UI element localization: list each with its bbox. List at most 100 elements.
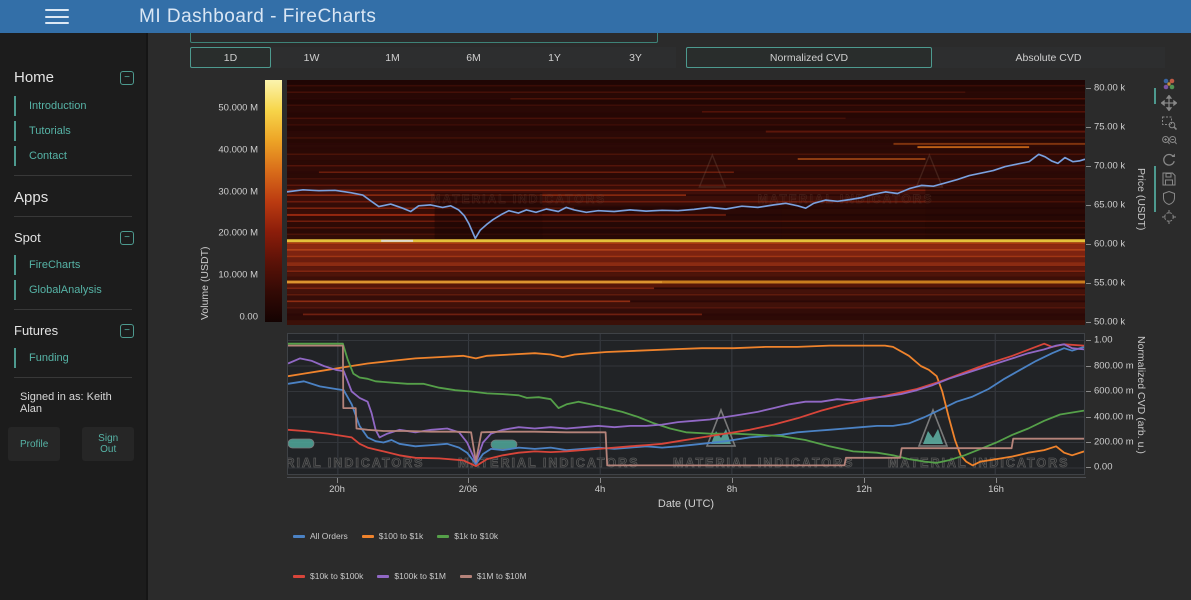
cvd-tick-label: 0.00 [1094, 462, 1113, 473]
colorbar-tick-label: 30.000 M [186, 187, 258, 198]
legend-label: All Orders [310, 531, 348, 541]
legend-item--1k-to-10k[interactable]: $1k to $10k [437, 531, 498, 541]
tick-mark [996, 478, 997, 483]
x-tick-label: 16h [974, 484, 1018, 495]
zoom-in-out-icon[interactable] [1161, 133, 1177, 149]
sidebar-section-apps: Apps [14, 189, 134, 206]
modebar-accent-bar [1154, 166, 1156, 212]
svg-text:MATERIAL INDICATORS: MATERIAL INDICATORS [673, 456, 855, 470]
tick-mark [1086, 366, 1091, 367]
colorbar-tick-label: 10.000 M [186, 270, 258, 281]
download-icon[interactable] [1161, 171, 1177, 187]
legend-row-2: $10k to $100k $100k to $1M $1M to $10M [293, 571, 527, 581]
cvd-tick-label: 1.00 [1094, 335, 1113, 346]
top-bar: MI Dashboard - FireCharts [0, 0, 1191, 33]
plotly-logo-icon[interactable] [1161, 76, 1177, 92]
collapse-icon[interactable]: − [120, 231, 134, 245]
collapse-icon[interactable]: − [120, 71, 134, 85]
price-tick-label: 80.00 k [1094, 83, 1125, 94]
tick-mark [1086, 322, 1091, 323]
cvd-mode-button-normalized[interactable]: Normalized CVD [686, 47, 932, 68]
sidebar-item-introduction[interactable]: Introduction [14, 96, 134, 116]
sidebar: Home − Introduction Tutorials Contact Apps Spo… [0, 33, 148, 600]
sidebar-section-label: Home [14, 69, 54, 86]
hover-icon[interactable] [1161, 190, 1177, 206]
sidebar-item-tutorials[interactable]: Tutorials [14, 121, 134, 141]
sidebar-section-label: Futures [14, 323, 58, 338]
colorbar-tick-label: 50.000 M [186, 103, 258, 114]
legend-swatch [460, 575, 472, 578]
mi-dashboard-app: MI Dashboard - FireCharts Home − Introduct… [0, 0, 1191, 600]
x-tick-label: 2/06 [446, 484, 490, 495]
signed-in-text: Signed in as: Keith Alan [20, 391, 134, 415]
colorbar-tick-label: 20.000 M [186, 228, 258, 239]
sidebar-item-contact[interactable]: Contact [14, 146, 134, 166]
x-tick-label: 12h [842, 484, 886, 495]
sidebar-item-firecharts[interactable]: FireCharts [14, 255, 134, 275]
cvd-series-all-orders [288, 347, 1084, 464]
legend-item--10k-to-100k[interactable]: $10k to $100k [293, 571, 363, 581]
legend-swatch [377, 575, 389, 578]
sidebar-section-futures: Futures − [14, 323, 134, 338]
svg-text:MATERIAL INDICATORS: MATERIAL INDICATORS [431, 192, 607, 206]
legend-label: $100k to $1M [394, 571, 446, 581]
range-button-1w[interactable]: 1W [271, 47, 352, 68]
time-range-selector: 1D1W1M6M1Y3Y [190, 47, 676, 68]
legend-swatch [293, 575, 305, 578]
tick-mark [1086, 391, 1091, 392]
tick-mark [468, 478, 469, 483]
cvd-mode-button-absolute[interactable]: Absolute CVD [932, 47, 1165, 68]
cvd-axis-title: Normalized CVD (arb. u.) [1135, 336, 1147, 454]
sidebar-item-globalanalysis[interactable]: GlobalAnalysis [14, 280, 134, 300]
autoscale-icon[interactable] [1161, 152, 1177, 168]
legend-item--100k-to-1m[interactable]: $100k to $1M [377, 571, 446, 581]
collapse-icon[interactable]: − [120, 324, 134, 338]
legend-item--1m-to-10m[interactable]: $1M to $10M [460, 571, 527, 581]
spikelines-icon[interactable] [1161, 209, 1177, 225]
x-axis-title: Date (UTC) [606, 498, 766, 510]
legend-label: $10k to $100k [310, 571, 363, 581]
legend-label: $1k to $10k [454, 531, 498, 541]
sidebar-divider [14, 175, 132, 176]
sidebar-section-home: Home − [14, 69, 134, 86]
price-tick-label: 75.00 k [1094, 122, 1125, 133]
cvd-tick-label: 800.00 m [1094, 361, 1134, 372]
price-tick-label: 60.00 k [1094, 239, 1125, 250]
tick-mark [1086, 467, 1091, 468]
tick-mark [1086, 244, 1091, 245]
hamburger-menu-icon[interactable] [45, 9, 69, 24]
profile-button[interactable]: Profile [8, 427, 60, 461]
cvd-canvas: MATERIAL INDICATORSMATERIAL INDICATORSMA… [288, 334, 1084, 474]
legend-item-all-orders[interactable]: All Orders [293, 531, 348, 541]
cvd-tick-label: 200.00 m [1094, 437, 1134, 448]
legend-swatch [293, 535, 305, 538]
range-button-6m[interactable]: 6M [433, 47, 514, 68]
legend-swatch [437, 535, 449, 538]
sidebar-section-spot: Spot− [14, 230, 134, 245]
price-tick-label: 50.00 k [1094, 317, 1125, 328]
volume-colorbar [265, 80, 282, 322]
tick-mark [600, 478, 601, 483]
sidebar-section-label: Apps [14, 189, 48, 206]
box-zoom-icon[interactable] [1161, 114, 1177, 130]
normalized-cvd-plot[interactable]: MATERIAL INDICATORSMATERIAL INDICATORSMA… [287, 333, 1085, 475]
range-button-1y[interactable]: 1Y [514, 47, 595, 68]
tick-mark [732, 478, 733, 483]
range-button-1d[interactable]: 1D [190, 47, 271, 68]
tick-mark [1086, 340, 1091, 341]
x-tick-label: 20h [315, 484, 359, 495]
cvd-tick-label: 400.00 m [1094, 412, 1134, 423]
legend-item--100-to-1k[interactable]: $100 to $1k [362, 531, 423, 541]
heatmap-canvas: MATERIAL INDICATORSMATERIAL INDICATORS [287, 80, 1085, 325]
sidebar-item-funding[interactable]: Funding [14, 348, 134, 368]
sign-out-button[interactable]: Sign Out [82, 427, 134, 461]
sidebar-divider [14, 309, 132, 310]
price-axis-title: Price (USDT) [1135, 168, 1147, 230]
tick-mark [1086, 205, 1091, 206]
range-button-3y[interactable]: 3Y [595, 47, 676, 68]
range-button-1m[interactable]: 1M [352, 47, 433, 68]
volume-axis-title: Volume (USDT) [199, 246, 211, 320]
price-tick-label: 55.00 k [1094, 278, 1125, 289]
pan-icon[interactable] [1161, 95, 1177, 111]
price-volume-heatmap-plot[interactable]: MATERIAL INDICATORSMATERIAL INDICATORS [287, 80, 1085, 325]
